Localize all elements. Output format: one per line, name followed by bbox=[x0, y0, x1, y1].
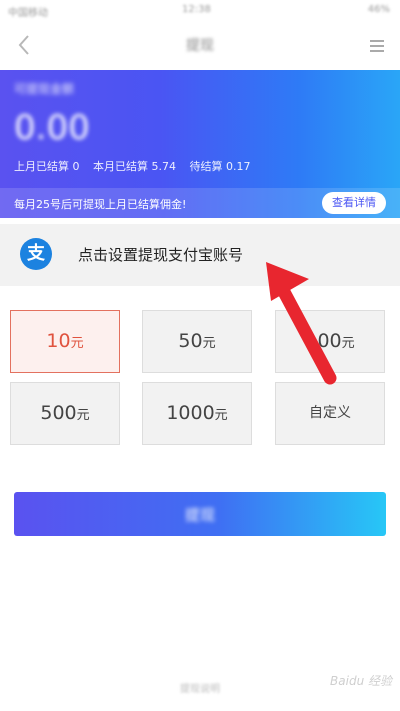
amount-unit: 元 bbox=[341, 336, 355, 351]
menu-icon[interactable] bbox=[370, 38, 384, 52]
amount-unit: 元 bbox=[76, 408, 90, 423]
pending-settlement: 待结算 0.17 bbox=[189, 160, 251, 173]
clock: 12:38 bbox=[182, 4, 211, 15]
amount-value: 1000 bbox=[166, 402, 215, 424]
amount-value: 10 bbox=[46, 330, 71, 352]
amount-option-custom[interactable]: 自定义 bbox=[275, 382, 385, 445]
settled-this-month: 本月已结算 5.74 bbox=[93, 160, 176, 173]
alipay-setup-prompt: 点击设置提现支付宝账号 bbox=[78, 246, 244, 264]
status-bar: 中国移动 12:38 46% bbox=[0, 0, 400, 22]
balance-label: 可提现金额 bbox=[14, 82, 75, 96]
battery-indicator: 46% bbox=[367, 4, 390, 15]
amount-option-500[interactable]: 500元 bbox=[10, 382, 120, 445]
amount-value: 50 bbox=[178, 330, 203, 352]
amount-value: 100 bbox=[305, 330, 342, 352]
view-details-button[interactable]: 查看详情 bbox=[322, 192, 386, 214]
page-title: 提现 bbox=[186, 38, 214, 54]
amount-unit: 元 bbox=[202, 336, 216, 351]
menu-icon-graphic bbox=[370, 40, 384, 52]
balance-amount: 0.00 bbox=[14, 108, 90, 148]
notice-strip: 每月25号后可提现上月已结算佣金! 查看详情 bbox=[0, 188, 400, 218]
balance-card: 可提现金额 0.00 上月已结算 0 本月已结算 5.74 待结算 0.17 每… bbox=[0, 70, 400, 218]
settlement-summary: 上月已结算 0 本月已结算 5.74 待结算 0.17 bbox=[14, 158, 261, 174]
amount-value: 500 bbox=[40, 402, 77, 424]
withdraw-notice: 每月25号后可提现上月已结算佣金! bbox=[14, 198, 187, 211]
amount-option-10[interactable]: 10元 bbox=[10, 310, 120, 373]
alipay-account-row[interactable]: 支 点击设置提现支付宝账号 bbox=[0, 224, 400, 286]
custom-amount-label: 自定义 bbox=[309, 405, 351, 421]
amount-option-100[interactable]: 100元 bbox=[275, 310, 385, 373]
withdraw-button[interactable]: 提现 bbox=[14, 492, 386, 536]
nav-bar: 提现 bbox=[0, 22, 400, 68]
amount-unit: 元 bbox=[70, 336, 84, 351]
amount-option-1000[interactable]: 1000元 bbox=[142, 382, 252, 445]
withdraw-button-label: 提现 bbox=[184, 506, 215, 524]
baidu-watermark: Baidu 经验 bbox=[330, 674, 392, 688]
settled-last-month: 上月已结算 0 bbox=[14, 160, 80, 173]
carrier-label: 中国移动 bbox=[8, 8, 48, 19]
alipay-icon: 支 bbox=[20, 238, 52, 270]
amount-option-50[interactable]: 50元 bbox=[142, 310, 252, 373]
amount-unit: 元 bbox=[214, 408, 228, 423]
